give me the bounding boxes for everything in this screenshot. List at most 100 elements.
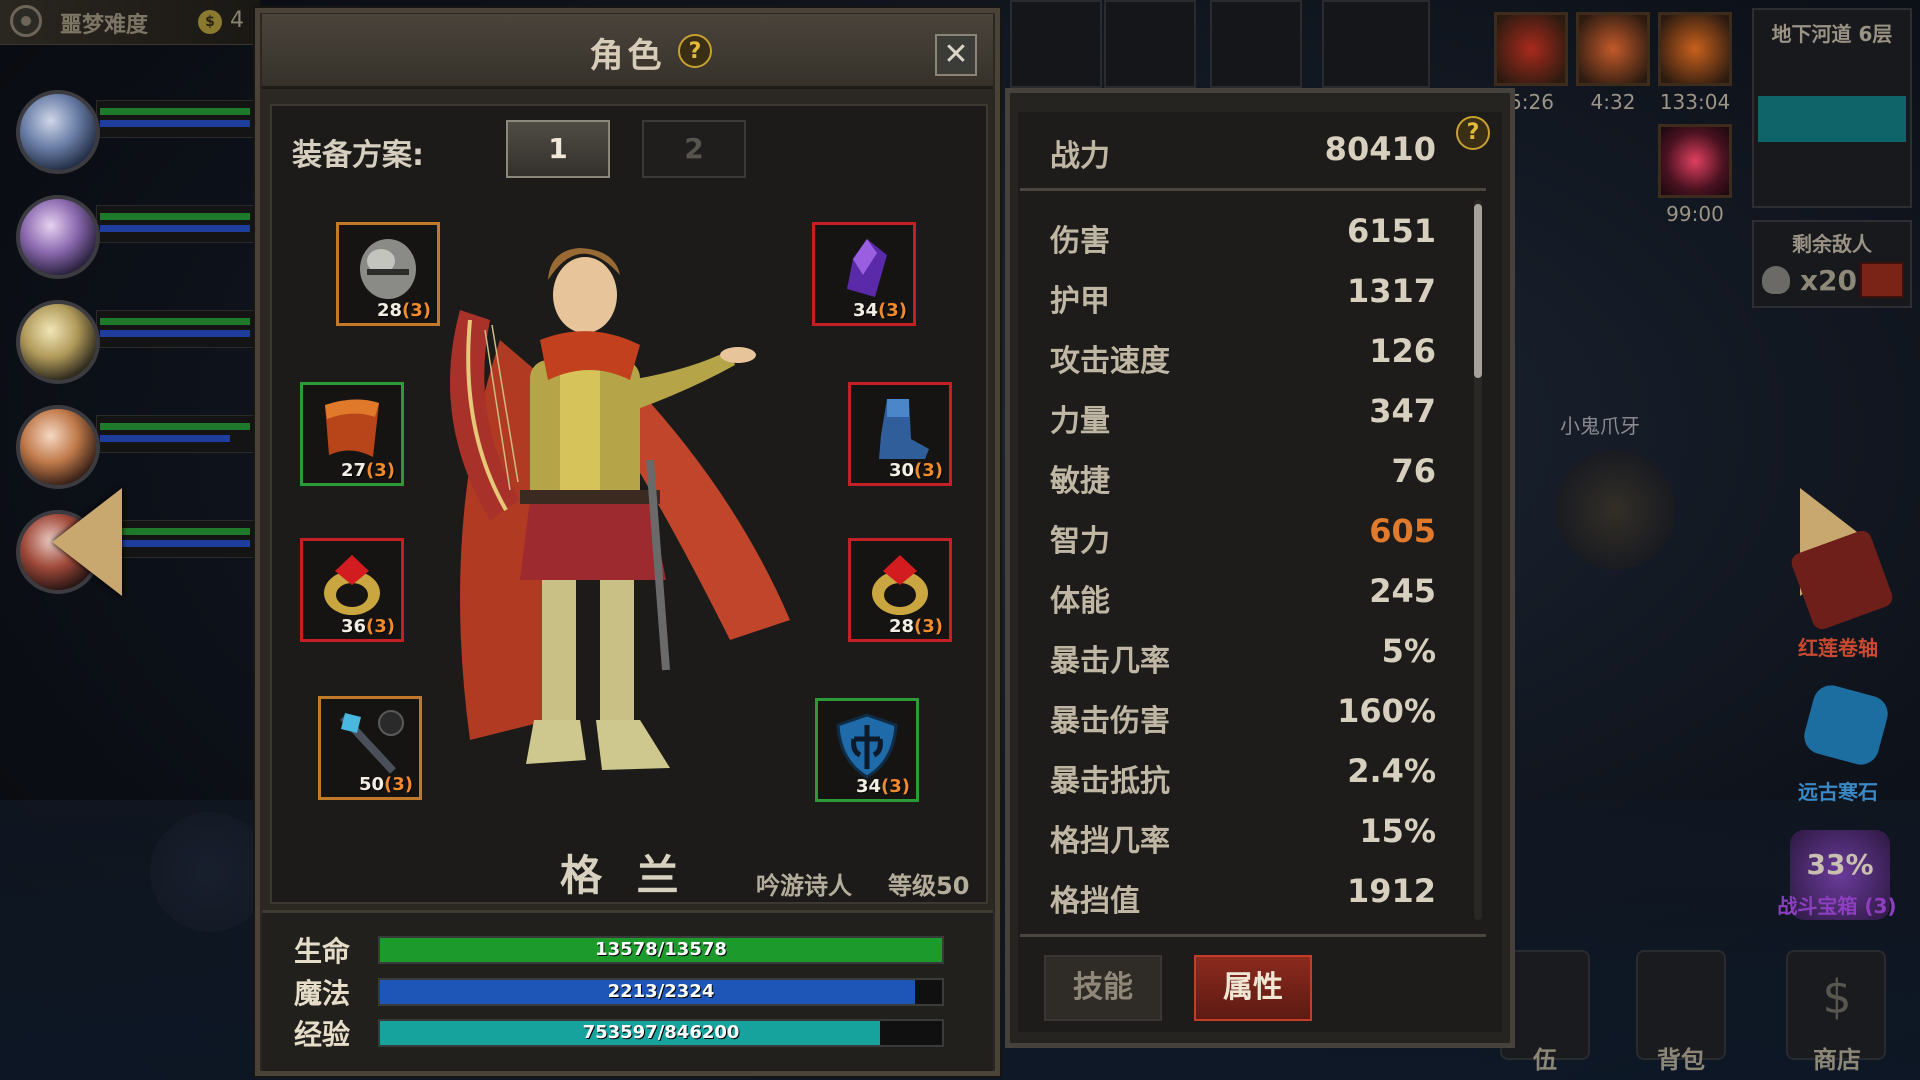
equip-slot-cloak[interactable]: 27(3) [300, 382, 404, 486]
stat-label: 敏捷 [1050, 464, 1110, 499]
stat-value: 5% [1381, 632, 1436, 670]
buff-icon [1576, 12, 1650, 86]
power-label: 战力 [1050, 139, 1110, 174]
stat-value: 15% [1359, 812, 1436, 850]
hero-bars-bg [96, 415, 256, 453]
slot-level: 28(3) [376, 300, 431, 321]
virtual-joystick[interactable] [150, 812, 270, 932]
previous-arrow-icon[interactable] [52, 488, 122, 596]
cloak-icon [325, 399, 379, 457]
stat-label: 暴击伤害 [1050, 704, 1170, 739]
stat-value: 2.4% [1347, 752, 1436, 790]
slot-level: 34(3) [855, 776, 910, 797]
tab-attributes[interactable]: 属性 [1194, 955, 1312, 1021]
stat-label: 体能 [1050, 584, 1110, 619]
hero-hp-bar [100, 213, 250, 220]
stat-label: 智力 [1050, 524, 1110, 559]
stat-value: 160% [1337, 692, 1436, 730]
stat-label: 护甲 [1050, 284, 1110, 319]
slot-level: 30(3) [888, 460, 943, 481]
ring-icon [872, 555, 928, 615]
stat-label: 暴击抵抗 [1050, 764, 1170, 799]
stat-value: 605 [1369, 512, 1436, 550]
quick-item-slot[interactable] [1010, 0, 1102, 88]
hero-mp-bar [100, 225, 250, 232]
tab-skills[interactable]: 技能 [1044, 955, 1162, 1021]
loadout-label: 装备方案: [292, 138, 424, 173]
hero-portrait[interactable] [16, 300, 100, 384]
remaining-enemies-label: 剩余敌人 [1792, 232, 1872, 256]
staff-icon [340, 710, 404, 774]
quick-item-slot[interactable] [1210, 0, 1302, 88]
hero-hp-bar [100, 423, 250, 430]
boots-icon [879, 399, 929, 459]
hero-portrait[interactable] [16, 195, 100, 279]
equip-slot-helmet[interactable]: 28(3) [336, 222, 440, 326]
shop-button-label: 商店 [1813, 1046, 1861, 1074]
divider [1020, 188, 1486, 191]
battle-chest-label: 战斗宝箱 (3) [1777, 894, 1897, 918]
character-panel-title: 角色 [589, 36, 666, 76]
hp-value: 13578/13578 [595, 939, 727, 960]
equip-slot-ring-left[interactable]: 36(3) [300, 538, 404, 642]
gear-icon[interactable] [10, 5, 42, 37]
stat-value: 6151 [1346, 212, 1436, 250]
equip-slot-shield[interactable]: 34(3) [815, 698, 919, 802]
equip-slot-staff[interactable]: 50(3) [318, 696, 422, 800]
stat-value: 245 [1369, 572, 1436, 610]
stat-value: 1912 [1346, 872, 1436, 910]
hero-bars-bg [96, 100, 256, 138]
stat-label: 伤害 [1050, 224, 1110, 259]
hero-mp-bar [100, 330, 250, 337]
quick-item-slot[interactable] [1322, 0, 1430, 88]
shield-icon [836, 713, 898, 779]
hero-mp-bar [100, 120, 250, 127]
stat-value: 76 [1391, 452, 1436, 490]
coin-count: 4 [230, 8, 244, 33]
treasure-chest-icon [1860, 262, 1904, 298]
character-level: 等级50 [888, 872, 970, 900]
stat-value: 126 [1369, 332, 1436, 370]
mp-bar: 2213/2324 [378, 978, 944, 1006]
hero-mp-bar [100, 540, 250, 547]
equip-slot-ring-right[interactable]: 28(3) [848, 538, 952, 642]
loadout-1-button[interactable]: 1 [506, 120, 610, 178]
hero-portrait[interactable] [16, 90, 100, 174]
monster-sprite[interactable] [1555, 450, 1675, 570]
monster-name: 小鬼爪牙 [1560, 414, 1640, 438]
hero-bars-bg [96, 310, 256, 348]
loadout-2-button[interactable]: 2 [642, 120, 746, 178]
exp-value: 753597/846200 [582, 1022, 740, 1043]
eye-buff-icon [1658, 124, 1732, 198]
stat-value: 347 [1369, 392, 1436, 430]
hero-hp-bar [100, 108, 250, 115]
exp-label: 经验 [294, 1018, 351, 1051]
slot-level: 28(3) [888, 616, 943, 637]
hero-portrait[interactable] [16, 405, 100, 489]
exp-bar: 753597/846200 [378, 1019, 944, 1047]
helmet-icon [360, 239, 416, 299]
help-icon[interactable]: ? [1456, 116, 1490, 150]
stat-label: 暴击几率 [1050, 644, 1170, 679]
ring-icon [324, 555, 380, 615]
skull-icon [1762, 266, 1790, 294]
quick-item-slot[interactable] [1104, 0, 1196, 88]
difficulty-label: 噩梦难度 [60, 13, 149, 38]
character-name: 格 兰 [560, 851, 689, 900]
slot-level: 50(3) [358, 774, 413, 795]
close-button[interactable]: ✕ [935, 34, 977, 76]
power-value: 80410 [1324, 130, 1436, 168]
bag-button-label: 背包 [1657, 1046, 1705, 1074]
slot-level: 27(3) [340, 460, 395, 481]
divider [1020, 934, 1486, 937]
help-icon[interactable]: ? [678, 34, 712, 68]
equip-slot-boots[interactable]: 30(3) [848, 382, 952, 486]
stat-label: 攻击速度 [1050, 344, 1170, 379]
hp-label: 生命 [294, 935, 351, 968]
buff-icon [1494, 12, 1568, 86]
remaining-enemies-count: x20 [1800, 264, 1858, 297]
minimap-current-room [1758, 96, 1906, 142]
scroll-item-label: 红莲卷轴 [1798, 636, 1878, 660]
bard-character-art [450, 248, 790, 770]
scrollbar-thumb[interactable] [1474, 204, 1482, 378]
